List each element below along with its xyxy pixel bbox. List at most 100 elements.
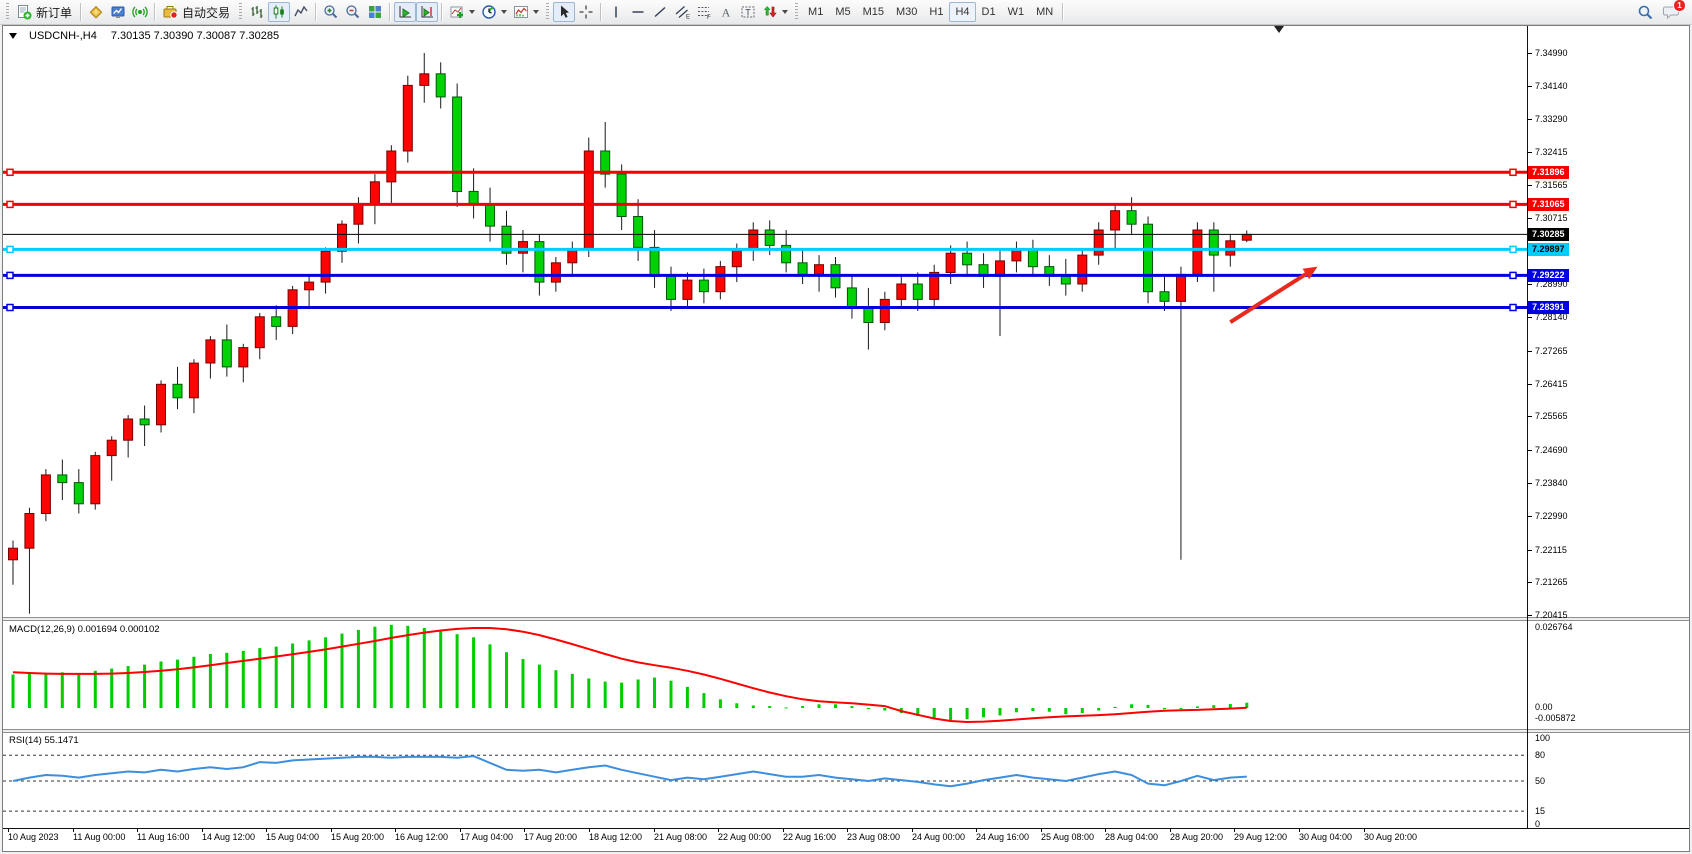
time-tick-label: 28 Aug 04:00	[1105, 832, 1158, 842]
price-tick-label: 7.22115	[1535, 545, 1567, 555]
chevron-down-icon	[469, 10, 475, 14]
price-tick	[1527, 416, 1532, 417]
charts-button[interactable]	[85, 2, 107, 22]
templates-button[interactable]	[510, 2, 542, 22]
signal-icon	[132, 4, 148, 20]
fibonacci-icon: F	[696, 4, 712, 20]
price-tick	[1527, 483, 1532, 484]
time-tick-label: 28 Aug 20:00	[1170, 832, 1223, 842]
price-tick-label: 7.31565	[1535, 180, 1568, 190]
toolbar: 新订单 自动交易	[0, 0, 1692, 25]
toolbar-separator	[80, 3, 82, 21]
price-tick	[1527, 351, 1532, 352]
tab-timeframe-d1[interactable]: D1	[976, 2, 1002, 22]
price-tick	[1527, 317, 1532, 318]
trendline-icon	[652, 4, 668, 20]
candlestick-chart-button[interactable]	[268, 2, 290, 22]
auto-trading-icon	[162, 4, 178, 20]
tab-timeframe-w1[interactable]: W1	[1002, 2, 1031, 22]
periods-button[interactable]	[478, 2, 510, 22]
chart-window: USDCNH-,H4 7.30135 7.30390 7.30087 7.302…	[2, 25, 1690, 852]
toolbar-separator	[1062, 3, 1064, 21]
toolbar-grip[interactable]	[239, 3, 242, 21]
fibonacci-button[interactable]: F	[693, 2, 715, 22]
time-tick-label: 30 Aug 20:00	[1364, 832, 1417, 842]
bar-chart-button[interactable]	[246, 2, 268, 22]
horizontal-line-button[interactable]	[627, 2, 649, 22]
toolbar-separator	[389, 3, 391, 21]
signal-button[interactable]	[129, 2, 151, 22]
trendline-button[interactable]	[649, 2, 671, 22]
macd-panel[interactable]	[3, 620, 1527, 729]
rsi-level-label: 15	[1535, 806, 1545, 816]
zoom-out-icon	[345, 4, 361, 20]
time-tick-label: 15 Aug 20:00	[331, 832, 384, 842]
tab-timeframe-h1[interactable]: H1	[923, 2, 949, 22]
price-tag: 7.29897	[1528, 243, 1569, 256]
tile-windows-button[interactable]	[364, 2, 386, 22]
tab-timeframe-mn[interactable]: MN	[1030, 2, 1059, 22]
price-tick	[1527, 550, 1532, 551]
toolbar-separator	[600, 3, 602, 21]
market-watch-button[interactable]	[107, 2, 129, 22]
line-chart-button[interactable]	[290, 2, 312, 22]
macd-scale-zero: 0.00	[1535, 702, 1553, 712]
chart-shift-icon	[419, 4, 435, 20]
new-order-button[interactable]: 新订单	[13, 2, 77, 22]
tab-timeframe-m5[interactable]: M5	[829, 2, 856, 22]
notifications-button[interactable]: 1	[1662, 4, 1680, 20]
text-label-button[interactable]: T	[737, 2, 759, 22]
periods-icon	[481, 4, 497, 20]
chart-symbol-label: USDCNH-,H4	[29, 30, 97, 42]
price-tick-label: 7.32415	[1535, 147, 1568, 157]
toolbar-grip[interactable]	[6, 3, 9, 21]
price-tick	[1527, 284, 1532, 285]
price-tick	[1527, 384, 1532, 385]
search-icon[interactable]	[1637, 4, 1654, 21]
toolbar-grip[interactable]	[795, 3, 798, 21]
tab-timeframe-m1[interactable]: M1	[802, 2, 829, 22]
market-watch-icon	[110, 4, 126, 20]
auto-scroll-button[interactable]	[394, 2, 416, 22]
main-chart[interactable]	[3, 26, 1527, 617]
symbol-dropdown-icon[interactable]	[9, 33, 17, 39]
cursor-button[interactable]	[553, 2, 575, 22]
price-tick	[1527, 53, 1532, 54]
price-tag: 7.28391	[1528, 301, 1569, 314]
price-axis-line	[1527, 26, 1528, 829]
time-tick-label: 25 Aug 08:00	[1041, 832, 1094, 842]
chart-shift-marker[interactable]	[1274, 26, 1284, 33]
crosshair-button[interactable]	[575, 2, 597, 22]
auto-scroll-icon	[397, 4, 413, 20]
tab-timeframe-m30[interactable]: M30	[890, 2, 923, 22]
time-tick-label: 24 Aug 00:00	[912, 832, 965, 842]
price-tag: 7.30285	[1528, 228, 1569, 241]
chart-shift-button[interactable]	[416, 2, 438, 22]
price-tick	[1527, 119, 1532, 120]
line-chart-icon	[293, 4, 309, 20]
arrows-icon	[762, 4, 778, 20]
zoom-in-button[interactable]	[320, 2, 342, 22]
equidistant-channel-button[interactable]: E	[671, 2, 693, 22]
svg-text:A: A	[722, 6, 731, 20]
time-tick-label: 17 Aug 04:00	[460, 832, 513, 842]
auto-trading-button[interactable]: 自动交易	[159, 2, 235, 22]
tab-timeframe-h4[interactable]: H4	[949, 2, 975, 22]
time-tick-label: 10 Aug 2023	[8, 832, 59, 842]
zoom-out-button[interactable]	[342, 2, 364, 22]
toolbar-grip[interactable]	[546, 3, 549, 21]
chevron-down-icon	[533, 10, 539, 14]
price-tick-label: 7.24690	[1535, 445, 1568, 455]
svg-text:T: T	[745, 8, 751, 18]
price-tag: 7.31896	[1528, 166, 1569, 179]
vertical-line-button[interactable]	[605, 2, 627, 22]
rsi-level-label: 50	[1535, 776, 1545, 786]
rsi-panel[interactable]	[3, 732, 1527, 828]
text-button[interactable]: A	[715, 2, 737, 22]
time-tick-label: 11 Aug 16:00	[137, 832, 189, 842]
arrows-button[interactable]	[759, 2, 791, 22]
candlestick-chart-icon	[271, 4, 287, 20]
tab-timeframe-m15[interactable]: M15	[857, 2, 890, 22]
indicators-button[interactable]	[446, 2, 478, 22]
candlestick-series	[3, 26, 1527, 617]
